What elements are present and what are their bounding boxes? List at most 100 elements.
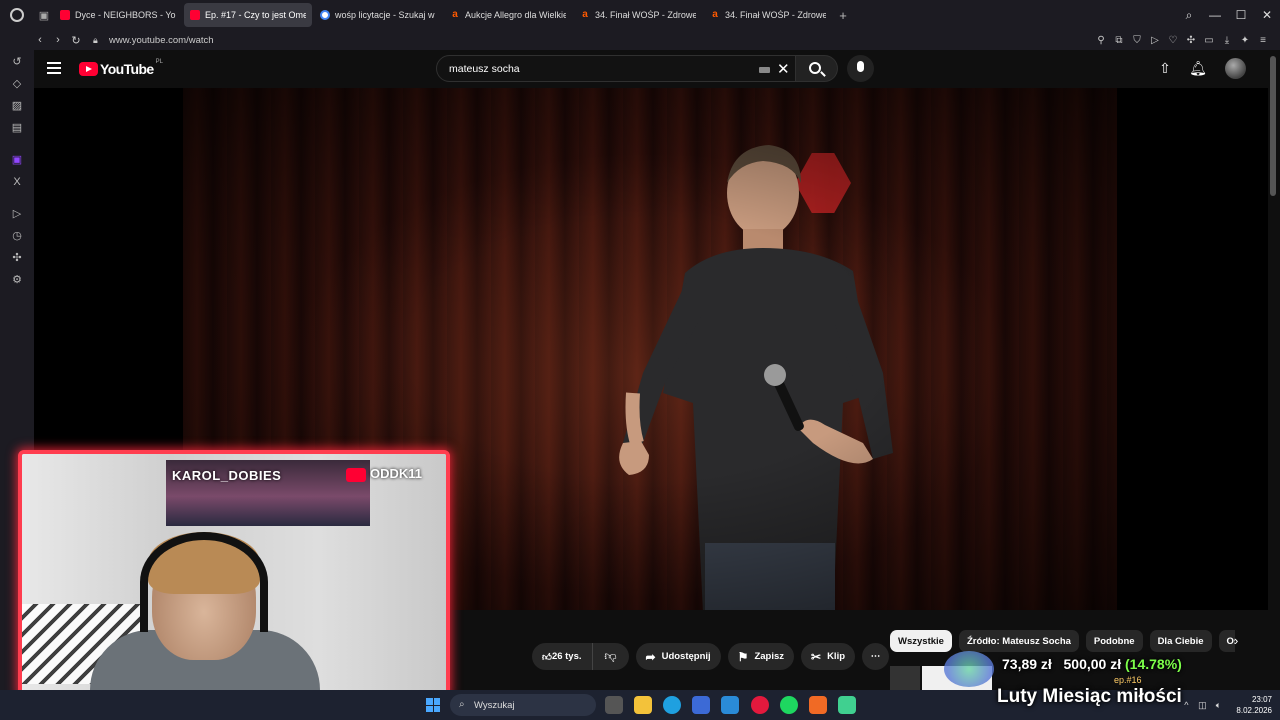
like-button[interactable]: 👍︎ 26 tys.	[532, 643, 593, 670]
taskbar-clock[interactable]: 23:07 8.02.2026	[1236, 694, 1272, 716]
search-button[interactable]	[796, 55, 838, 82]
bag-icon[interactable]: ◇	[9, 76, 25, 92]
file-explorer-icon[interactable]	[634, 696, 652, 714]
streamer-webcam: KAROL_DOBIES ODDK11	[18, 450, 450, 698]
search-input[interactable]: mateusz socha ✕	[436, 55, 796, 82]
reload-icon[interactable]: ↻	[67, 34, 85, 47]
address-toolbar: ⚲ ⧉ ⛉ ▷ ♡ ✣ ▭ ⤓ ✦ ≡	[1092, 30, 1272, 50]
chip-for-you[interactable]: Dla Ciebie	[1149, 630, 1212, 652]
twitch-icon[interactable]: ▣	[9, 152, 25, 168]
upload-icon[interactable]: ⇧	[1156, 59, 1174, 77]
keyboard-icon[interactable]	[759, 67, 770, 73]
windows-start-icon[interactable]	[426, 698, 440, 712]
settings-icon[interactable]: ⚙	[9, 272, 25, 288]
brave-icon[interactable]	[809, 696, 827, 714]
chevron-right-icon[interactable]: ›	[1234, 633, 1238, 648]
page-scrollbar[interactable]	[1268, 50, 1280, 690]
youtube-logo[interactable]: YouTube PL	[79, 59, 163, 77]
more-icon: ⋯	[870, 651, 881, 662]
search-tabs-icon[interactable]: ⌕	[1176, 8, 1202, 23]
chip-recent[interactable]: Ostat	[1218, 630, 1235, 652]
tab-label: 34. Finał WOŚP - Zdrowe	[595, 10, 696, 20]
youtube-icon	[60, 10, 70, 20]
tab-label: Dyce - NEIGHBORS - YouT	[75, 10, 176, 20]
avatar[interactable]	[1225, 58, 1246, 79]
opera-logo-icon[interactable]	[0, 0, 34, 30]
allegro-icon: a	[582, 9, 588, 20]
pin-icon[interactable]: ⚲	[1092, 35, 1110, 46]
close-icon[interactable]: ✕	[1254, 8, 1280, 22]
spotify-icon[interactable]	[780, 696, 798, 714]
clear-search-icon[interactable]: ✕	[777, 60, 790, 78]
tab-label: wośp licytacje - Szukaj w	[335, 10, 435, 20]
more-actions-button[interactable]: ⋯	[862, 643, 890, 670]
shield-icon[interactable]: ⛉	[1128, 35, 1146, 46]
url-field[interactable]: www.youtube.com/watch	[109, 35, 214, 46]
save-label: Zapisz	[754, 651, 784, 662]
store-icon[interactable]	[692, 696, 710, 714]
address-bar: ‹ › ↻ 🔒︎ www.youtube.com/watch ⚲ ⧉ ⛉ ▷ ♡…	[0, 30, 1280, 50]
volume-icon[interactable]: 🔈︎	[1210, 700, 1226, 711]
hamburger-menu-icon[interactable]	[47, 62, 61, 74]
opera-icon[interactable]	[751, 696, 769, 714]
thumbnail-label: ep.#16	[1114, 675, 1142, 685]
browser-tab-active[interactable]: Ep. #17 - Czy to jest Ome	[184, 3, 312, 27]
stream-banner-title: Luty Miesiąc miłości	[997, 686, 1182, 707]
mail-icon[interactable]	[721, 696, 739, 714]
forward-icon[interactable]: ›	[49, 34, 67, 46]
share-button[interactable]: ➦ Udostępnij	[635, 643, 721, 670]
voice-search-button[interactable]	[847, 55, 874, 82]
scrollbar-thumb[interactable]	[1270, 56, 1276, 196]
history-forward-icon[interactable]: ↺	[9, 54, 25, 70]
x-twitter-icon[interactable]: X	[9, 174, 25, 190]
browser-tab[interactable]: Dyce - NEIGHBORS - YouT	[54, 3, 182, 27]
browser-tab[interactable]: wośp licytacje - Szukaj w	[314, 3, 442, 27]
crypto-icon[interactable]: ▨	[9, 98, 25, 114]
instagram-handle: KAROL_DOBIES	[172, 468, 282, 483]
window-controls: ⌕ — ☐ ✕	[1176, 0, 1280, 30]
browser-tab-strip: ▣ Dyce - NEIGHBORS - YouT Ep. #17 - Czy …	[0, 0, 1280, 30]
microphone-icon	[857, 61, 864, 72]
lock-icon[interactable]: 🔒︎	[93, 35, 103, 46]
chip-similar[interactable]: Podobne	[1085, 630, 1143, 652]
player-icon[interactable]: ▷	[1146, 35, 1164, 46]
extensions-icon[interactable]: ✣	[1182, 35, 1200, 46]
dislike-button[interactable]: 👎︎	[593, 643, 629, 670]
download-icon[interactable]: ⤓	[1218, 35, 1236, 46]
chip-source[interactable]: Źródło: Mateusz Socha	[958, 630, 1079, 652]
chip-all[interactable]: Wszystkie	[890, 630, 952, 652]
back-icon[interactable]: ‹	[31, 34, 49, 46]
youtube-wordmark: YouTube	[100, 61, 154, 77]
clip-button[interactable]: ✂ Klip	[801, 643, 856, 670]
extensions-icon[interactable]: ✣	[9, 250, 25, 266]
new-tab-icon[interactable]: +	[834, 8, 852, 23]
save-button[interactable]: ⚑ Zapisz	[727, 643, 794, 670]
edge-icon[interactable]	[663, 696, 681, 714]
tab-label: Aukcje Allegro dla Wielkie	[465, 10, 566, 20]
maximize-icon[interactable]: ☐	[1228, 8, 1254, 22]
tab-label: Ep. #17 - Czy to jest Ome	[205, 10, 306, 20]
network-icon[interactable]: ◫	[1194, 700, 1210, 711]
task-view-icon[interactable]	[605, 696, 623, 714]
related-thumbnail[interactable]	[890, 666, 920, 690]
aria-ai-icon[interactable]: ✦	[1236, 35, 1254, 46]
app-icon[interactable]	[838, 696, 856, 714]
history-icon[interactable]: ◷	[9, 228, 25, 244]
minimize-icon[interactable]: —	[1202, 8, 1228, 22]
notifications-bell-icon[interactable]: 🔔︎	[1189, 59, 1207, 77]
snapshot-icon[interactable]: ⧉	[1110, 35, 1128, 46]
player-icon[interactable]: ▷	[9, 206, 25, 222]
like-dislike-group: 👍︎ 26 tys. 👎︎	[532, 643, 629, 670]
browser-tab[interactable]: a 34. Finał WOŚP - Zdrowe	[574, 3, 702, 27]
menu-icon[interactable]: ≡	[1254, 35, 1272, 46]
google-icon	[320, 10, 330, 20]
news-icon[interactable]: ▤	[9, 120, 25, 136]
workspaces-icon[interactable]: ▣	[34, 0, 54, 30]
taskbar-search-input[interactable]: ⌕ Wyszukaj	[450, 694, 596, 716]
heart-icon[interactable]: ♡	[1164, 35, 1182, 46]
youtube-header: YouTube PL mateusz socha ✕ ⇧ 🔔︎	[34, 50, 1268, 88]
browser-tab[interactable]: a 34. Finał WOŚP - Zdrowe	[704, 3, 832, 27]
tab-label: 34. Finał WOŚP - Zdrowe	[725, 10, 826, 20]
browser-tab[interactable]: a Aukcje Allegro dla Wielkie	[444, 3, 572, 27]
wallet-icon[interactable]: ▭	[1200, 35, 1218, 46]
